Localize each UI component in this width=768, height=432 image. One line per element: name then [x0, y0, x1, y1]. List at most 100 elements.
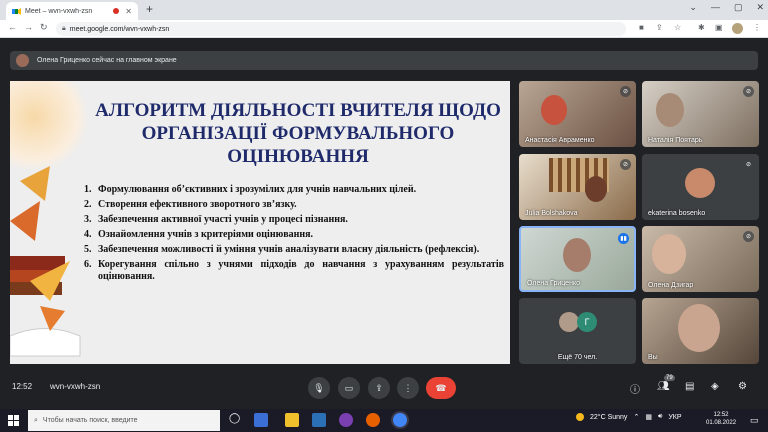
slide-title: АЛГОРИТМ ДІЯЛЬНОСТІ ВЧИТЕЛЯ ЩОДО ОРГАНІЗ…: [95, 100, 501, 167]
participants-count-badge: 79: [664, 375, 675, 381]
participant-video: [541, 95, 567, 125]
mic-button[interactable]: 🎙︎: [308, 377, 330, 399]
participant-video: [563, 238, 591, 272]
mic-on-icon: ▮▮: [618, 233, 629, 244]
participant-tile[interactable]: ⊘ ekaterina bosenko: [642, 154, 759, 220]
back-icon[interactable]: ←: [8, 22, 17, 32]
participant-tile[interactable]: ⊘ Julia Bolshakova: [519, 154, 636, 220]
clock-time: 12:52: [713, 412, 729, 418]
chevron-down-icon[interactable]: ⌄: [689, 2, 697, 13]
present-button[interactable]: ⇪: [368, 377, 390, 399]
camera-button[interactable]: ▭: [338, 377, 360, 399]
participant-video: [652, 234, 686, 274]
meeting-time: 12:52: [12, 382, 33, 391]
participant-name: Олена Гриценко: [527, 280, 580, 287]
clock-date: 01.08.2022: [706, 420, 737, 426]
activities-icon[interactable]: ◈: [711, 381, 719, 392]
tab-title: Meet – wvn-vxwh-zsn: [25, 7, 93, 15]
slide-book-illustration: [10, 166, 81, 357]
participant-tile[interactable]: ⊘ Наталія Поятарь: [642, 81, 759, 147]
list-item: 2. Створення ефективного зворотного зв’яз…: [84, 199, 297, 210]
avatar: [559, 312, 579, 332]
taskbar-search[interactable]: ⌕ Чтобы начать поиск, введите: [28, 410, 220, 431]
avatar: [685, 168, 715, 198]
chevron-up-icon[interactable]: ⌃: [633, 413, 639, 421]
self-tile[interactable]: Вы: [642, 298, 759, 364]
participant-video: [678, 304, 720, 352]
participant-name: Julia Bolshakova: [525, 210, 578, 217]
chrome-icon[interactable]: [393, 413, 407, 427]
mail-icon[interactable]: [312, 413, 326, 427]
meeting-code: wvn-vxwh-zsn: [50, 382, 101, 391]
maximize-icon[interactable]: ▢: [734, 2, 743, 13]
viber-icon[interactable]: [339, 413, 353, 427]
taskbar-app-icon[interactable]: [254, 413, 268, 427]
taskbar-clock[interactable]: 12:52 01.08.2022: [706, 411, 736, 427]
mic-off-icon: ⊘: [743, 86, 754, 97]
new-tab-icon[interactable]: +: [146, 2, 153, 16]
close-icon[interactable]: ✕: [125, 7, 132, 16]
profile-avatar[interactable]: [732, 23, 743, 34]
reload-icon[interactable]: ↻: [40, 22, 48, 33]
network-icon[interactable]: ▦: [645, 413, 652, 421]
participant-name: Вы: [648, 354, 658, 361]
list-item: 5. Забезпечення можливості й уміння учнів…: [84, 244, 480, 255]
avatar: Г: [577, 312, 597, 332]
reading-list-icon[interactable]: ▣: [715, 23, 723, 32]
system-tray: 22°C Sunny ⌃ ▦ 🔊︎ УКР: [576, 413, 682, 421]
slide-decoration: [10, 81, 90, 171]
windows-taskbar: ⌕ Чтобы начать поиск, введите ◯ 22°C Sun…: [0, 409, 768, 432]
record-indicator: [113, 8, 120, 14]
file-explorer-icon[interactable]: [285, 413, 299, 427]
notifications-icon[interactable]: ▭: [750, 415, 759, 426]
list-item: 1. Формулювання об’єктивних і зрозумілих …: [84, 184, 417, 195]
participant-name: Олена Дзигар: [648, 282, 694, 289]
star-icon[interactable]: ☆: [674, 23, 681, 32]
windows-start-icon[interactable]: [8, 415, 19, 426]
weather-text[interactable]: 22°C Sunny: [590, 414, 627, 421]
chat-icon[interactable]: ▤: [685, 381, 694, 392]
mic-off-icon: ⊘: [743, 231, 754, 242]
presenting-banner: Олена Гриценко сейчас на главном экране: [10, 51, 758, 70]
firefox-icon[interactable]: [366, 413, 380, 427]
lock-icon[interactable]: 🔒︎: [62, 25, 66, 33]
search-placeholder: Чтобы начать поиск, введите: [42, 417, 138, 424]
more-button[interactable]: ⋮: [397, 377, 419, 399]
people-icon[interactable]: 👥︎: [657, 381, 670, 392]
share-icon[interactable]: ⇪: [656, 23, 663, 32]
host-controls-icon[interactable]: ⚙︎: [738, 381, 747, 392]
address-bar: ← → ↻ 🔒︎ meet.google.com/wvn-vxwh-zsn ■ …: [0, 20, 768, 38]
mic-off-icon: ⊘: [620, 86, 631, 97]
url-field[interactable]: 🔒︎ meet.google.com/wvn-vxwh-zsn: [56, 22, 626, 36]
camera-icon[interactable]: ■: [639, 23, 644, 32]
participant-tile[interactable]: ⊘ Олена Дзигар: [642, 226, 759, 292]
mic-off-icon: ⊘: [743, 159, 754, 170]
meeting-controls: 12:52 wvn-vxwh-zsn 🎙︎ ▭ ⇪ ⋮ ☎ ⓘ 👥︎ 79 ▤ …: [0, 374, 768, 402]
browser-tab[interactable]: Meet – wvn-vxwh-zsn ✕: [6, 2, 138, 20]
participant-tile[interactable]: ⊘ Анастасія Авраменко: [519, 81, 636, 147]
minimize-icon[interactable]: —: [711, 2, 720, 13]
window-controls: ⌄ — ▢ ✕: [689, 2, 764, 13]
list-item: 3. Забезпечення активної участі учнів у п…: [84, 214, 348, 225]
close-window-icon[interactable]: ✕: [756, 2, 764, 13]
extensions-icon[interactable]: ✱: [698, 23, 705, 32]
more-participants-label: Ещё 70 чел.: [557, 354, 598, 361]
list-item: 6. Корегування спільно з учнями підходів …: [84, 259, 504, 282]
volume-icon[interactable]: 🔊︎: [658, 413, 662, 421]
slide-list: 1. Формулювання об’єктивних і зрозумілих …: [84, 184, 504, 286]
more-participants-tile[interactable]: Г Ещё 70 чел.: [519, 298, 636, 364]
menu-icon[interactable]: ⋮: [753, 23, 761, 32]
task-view-icon[interactable]: ◯: [229, 413, 243, 427]
info-icon[interactable]: ⓘ: [630, 381, 640, 396]
forward-icon[interactable]: →: [24, 22, 33, 32]
meet-favicon: [12, 7, 21, 16]
participant-name: Наталія Поятарь: [648, 137, 703, 144]
sun-icon: [576, 413, 584, 421]
participant-name: Анастасія Авраменко: [525, 137, 595, 144]
language-indicator[interactable]: УКР: [668, 414, 681, 421]
participant-tile-speaking[interactable]: ▮▮ Олена Гриценко: [519, 226, 636, 292]
url-text: meet.google.com/wvn-vxwh-zsn: [69, 25, 170, 33]
hangup-button[interactable]: ☎: [426, 377, 456, 399]
browser-tab-bar: Meet – wvn-vxwh-zsn ✕ + ⌄ — ▢ ✕: [0, 0, 768, 20]
participant-video: [585, 176, 607, 202]
